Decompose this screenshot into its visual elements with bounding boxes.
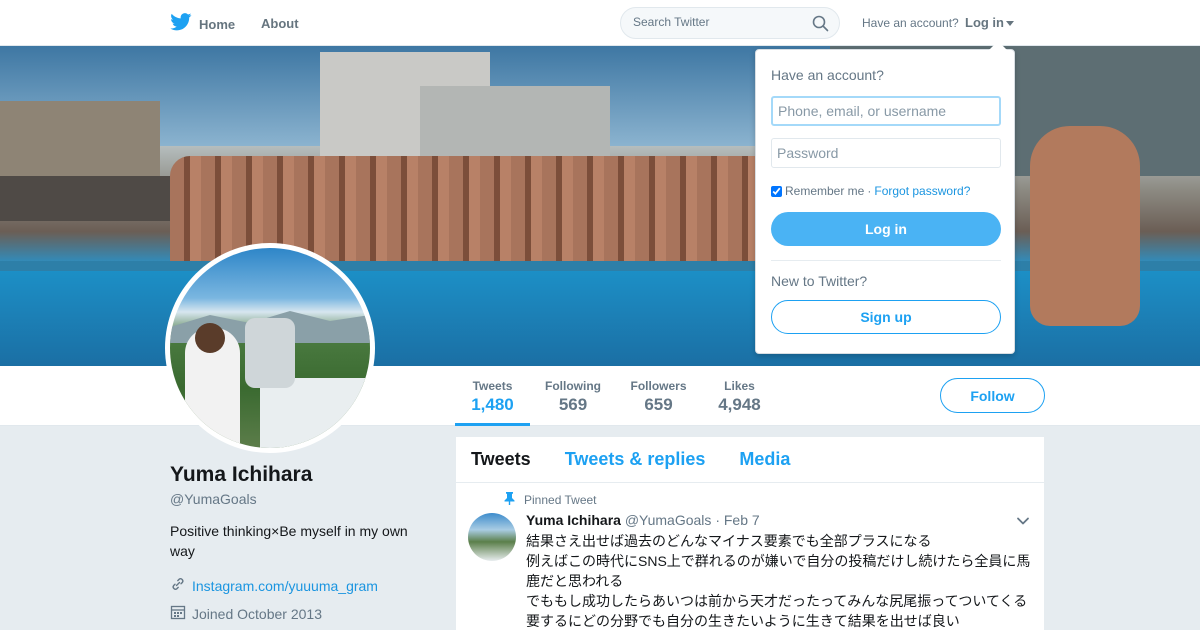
- stat-value: 569: [558, 395, 588, 414]
- stat-following[interactable]: Following 569: [545, 379, 601, 415]
- search-box: [620, 7, 840, 39]
- pinned-tweet-label: Pinned Tweet: [504, 492, 597, 508]
- tab-tweets-and-replies[interactable]: Tweets & replies: [565, 449, 706, 470]
- tweet-author-name[interactable]: Yuma Ichihara: [526, 512, 621, 528]
- pin-icon: [504, 492, 515, 508]
- tab-media[interactable]: Media: [739, 449, 790, 470]
- tweet-date[interactable]: Feb 7: [724, 512, 760, 528]
- remember-me-row: Remember me · Forgot password?: [771, 184, 970, 198]
- avatar-image: [170, 248, 370, 448]
- join-date-text: Joined October 2013: [192, 605, 322, 622]
- login-dropdown-title: Have an account?: [771, 67, 884, 83]
- profile-bio: Positive thinking×Be myself in my own wa…: [170, 523, 408, 559]
- password-field[interactable]: [771, 138, 1001, 168]
- tweet-author-handle[interactable]: @YumaGoals: [625, 512, 712, 528]
- profile-handle[interactable]: @YumaGoals: [170, 491, 257, 507]
- stat-label: Following: [545, 379, 601, 393]
- profile-website-link[interactable]: Instagram.com/yuuuma_gram: [192, 578, 378, 594]
- new-to-twitter-text: New to Twitter?: [771, 273, 868, 289]
- stat-value: 1,480: [471, 395, 514, 414]
- stat-tweets[interactable]: Tweets 1,480: [455, 379, 530, 426]
- login-dropdown-toggle[interactable]: Log in: [965, 15, 1014, 30]
- profile-name[interactable]: Yuma Ichihara: [170, 463, 312, 487]
- nav-home-label: Home: [199, 17, 236, 32]
- signup-button[interactable]: Sign up: [771, 300, 1001, 334]
- search-icon[interactable]: [812, 15, 829, 37]
- stat-followers[interactable]: Followers 659: [630, 379, 687, 415]
- twitter-bird-icon: [170, 13, 192, 36]
- tweet-header: Yuma Ichihara @YumaGoals · Feb 7: [526, 512, 760, 528]
- remember-separator: ·: [867, 184, 872, 198]
- tweet-text-line: 鹿だと思われる: [526, 573, 624, 589]
- tweet-text-line: 結果さえ出せば過去のどんなマイナス要素でも全部プラスになる: [526, 533, 932, 549]
- link-icon: [170, 576, 186, 595]
- remember-me-label[interactable]: Remember me: [785, 184, 864, 198]
- tweet-text-line: 例えばこの時代にSNS上で群れるのが嫌いで自分の投稿だけし続けたら全員に馬: [526, 553, 1031, 569]
- have-account-text: Have an account?: [862, 16, 959, 30]
- profile-join-date: Joined October 2013: [170, 604, 322, 623]
- tweet-text: 結果さえ出せば過去のどんなマイナス要素でも全部プラスになる 例えばこの時代にSN…: [526, 531, 1036, 630]
- timeline-tabs: Tweets Tweets & replies Media: [456, 437, 1044, 483]
- top-navigation: Home About Have an account? Log in: [0, 0, 1200, 46]
- search-input[interactable]: [633, 15, 803, 29]
- pinned-tweet[interactable]: Pinned Tweet Yuma Ichihara @YumaGoals · …: [456, 483, 1044, 630]
- profile-website: Instagram.com/yuuuma_gram: [170, 576, 378, 595]
- stat-label: Tweets: [472, 379, 513, 393]
- login-button[interactable]: Log in: [771, 212, 1001, 246]
- stat-label: Likes: [724, 379, 755, 393]
- remember-me-checkbox[interactable]: [771, 185, 782, 197]
- nav-about-link[interactable]: About: [261, 16, 299, 31]
- stat-value: 4,948: [718, 395, 761, 414]
- follow-button[interactable]: Follow: [940, 378, 1045, 413]
- tweet-avatar[interactable]: [468, 513, 516, 561]
- stat-likes[interactable]: Likes 4,948: [717, 379, 762, 415]
- tweet-text-line: 要するにどの分野でも自分の生きたいように生きて結果を出せば良い: [526, 613, 960, 629]
- stat-value: 659: [644, 395, 673, 414]
- tab-tweets[interactable]: Tweets: [471, 449, 531, 470]
- pinned-label-text: Pinned Tweet: [524, 493, 597, 507]
- chevron-down-icon[interactable]: [1016, 513, 1030, 531]
- login-toggle-label: Log in: [965, 15, 1004, 30]
- tweet-separator: ·: [715, 512, 720, 528]
- username-field[interactable]: [771, 96, 1001, 126]
- forgot-password-link[interactable]: Forgot password?: [874, 184, 970, 198]
- caret-down-icon: [1006, 21, 1014, 27]
- dropdown-divider: [771, 260, 1001, 261]
- stat-label: Followers: [630, 379, 687, 393]
- nav-home-link[interactable]: Home: [170, 13, 235, 36]
- tweet-text-line: でももし成功したらあいつは前から天才だったってみんな尻尾振ってついてくる: [526, 593, 1028, 609]
- timeline: Tweets Tweets & replies Media Pinned Twe…: [456, 437, 1044, 630]
- profile-avatar[interactable]: [165, 243, 375, 453]
- login-dropdown: Have an account? Remember me · Forgot pa…: [755, 41, 1015, 354]
- calendar-icon: [170, 604, 186, 623]
